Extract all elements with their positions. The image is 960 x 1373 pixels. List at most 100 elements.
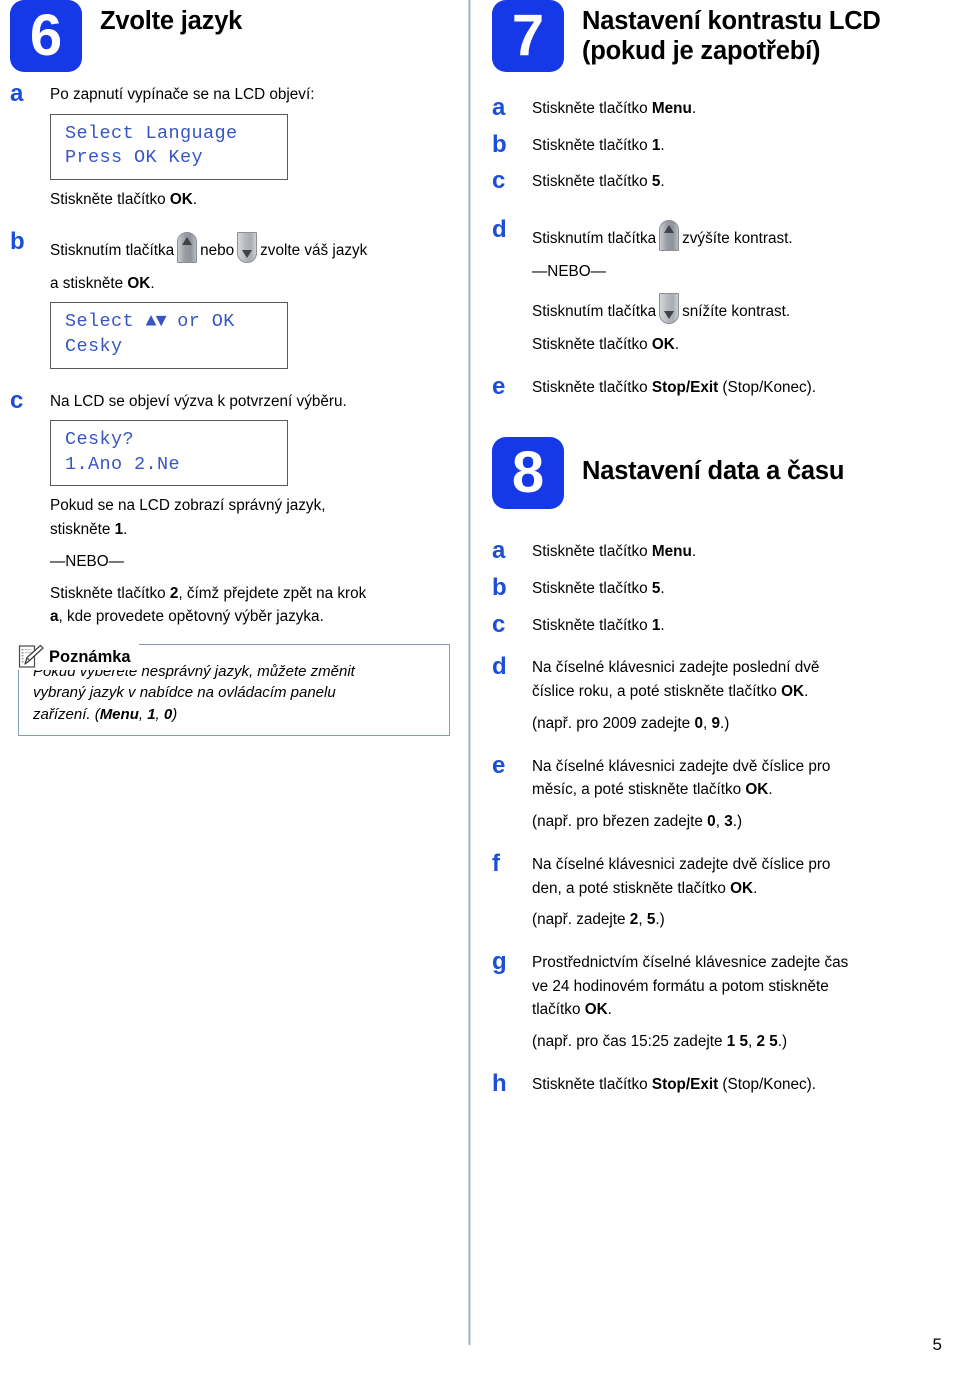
- lcd-display-select-language: Select Language Press OK Key: [50, 113, 288, 180]
- item-body-c: Stiskněte tlačítko 1.: [532, 613, 948, 639]
- item-b-text: Stisknutím tlačítka nebo zvolte váš jazyk: [50, 231, 460, 263]
- lcd-line-2: 1.Ano 2.Ne: [65, 453, 181, 475]
- item-body-b: Stisknutím tlačítka nebo zvolte váš jazyk …: [50, 230, 460, 378]
- right-column: 7 Nastavení kontrastu LCD (pokud je zapo…: [492, 0, 948, 1101]
- item-f-example: (např. zadejte 2, 5.): [532, 911, 665, 929]
- lcd-line-1: Select Language: [65, 122, 238, 144]
- item-letter-b: b: [492, 130, 507, 158]
- item-body-h: Stiskněte tlačítko Stop/Exit (Stop/Konec…: [532, 1072, 948, 1098]
- item-body-d: Na číselné klávesnici zadejte poslední d…: [532, 655, 948, 736]
- item-g-line3: tlačítko OK.: [532, 1001, 612, 1019]
- step-6-item-a: a Po zapnutí vypínače se na LCD objeví: …: [10, 82, 460, 213]
- item-body-e: Stiskněte tlačítko Stop/Exit (Stop/Konec…: [532, 375, 948, 401]
- item-c-p1-line2: stiskněte 1.: [50, 521, 128, 539]
- item-g-line1: Prostřednictvím číselné klávesnice zadej…: [532, 953, 849, 971]
- step-7-item-d: d Stisknutím tlačítka zvýšíte kontrast. —…: [492, 218, 948, 357]
- item-letter-c: c: [492, 167, 506, 195]
- step-8-title: Nastavení data a času: [582, 437, 844, 487]
- item-f-line1: Na číselné klávesnici zadejte dvě číslic…: [532, 855, 831, 873]
- item-body-c: Na LCD se objeví výzva k potvrzení výběr…: [50, 389, 460, 631]
- arrow-up-key-icon: [177, 231, 198, 263]
- item-d-example: (např. pro 2009 zadejte 0, 9.): [532, 714, 730, 732]
- step-7-header: 7 Nastavení kontrastu LCD (pokud je zapo…: [492, 0, 948, 72]
- item-c-intro: Na LCD se objeví výzva k potvrzení výběr…: [50, 392, 347, 410]
- step-8-item-f: f Na číselné klávesnici zadejte dvě čísl…: [492, 849, 948, 933]
- note-header: Poznámka: [18, 644, 139, 671]
- item-letter-e: e: [492, 751, 506, 779]
- step-6-title: Zvolte jazyk: [100, 0, 242, 37]
- item-letter-b: b: [492, 574, 507, 602]
- item-c-p1-line1: Pokud se na LCD zobrazí správný jazyk,: [50, 497, 326, 515]
- item-body-a: Po zapnutí vypínače se na LCD objeví: Se…: [50, 82, 460, 213]
- item-c-text: Stiskněte tlačítko 5.: [532, 173, 665, 191]
- item-letter-f: f: [492, 849, 500, 877]
- item-c-p2-line1: Stiskněte tlačítko 2, čímž přejdete zpět…: [50, 584, 367, 602]
- step-8-item-h: h Stiskněte tlačítko Stop/Exit (Stop/Kon…: [492, 1069, 948, 1098]
- step-7-title-line1: Nastavení kontrastu LCD: [582, 7, 881, 35]
- step-8-item-g: g Prostřednictvím číselné klávesnice zad…: [492, 947, 948, 1055]
- step-8-item-d: d Na číselné klávesnici zadejte poslední…: [492, 655, 948, 736]
- step-number-badge-6: 6: [10, 0, 82, 72]
- lcd-line-2: Cesky: [65, 335, 123, 357]
- item-a-text: Stiskněte tlačítko Menu.: [532, 543, 697, 561]
- item-letter-a: a: [10, 80, 24, 107]
- arrow-down-key-icon: [237, 231, 258, 263]
- item-body-b: Stiskněte tlačítko 5.: [532, 576, 948, 602]
- item-letter-c: c: [492, 610, 506, 638]
- item-e-text: Stiskněte tlačítko Stop/Exit (Stop/Konec…: [532, 378, 816, 396]
- item-c-or-label: —NEBO—: [50, 552, 124, 570]
- item-letter-a: a: [492, 537, 506, 565]
- step-7-title: Nastavení kontrastu LCD (pokud je zapotř…: [582, 0, 881, 66]
- note-text-line2: vybraný jazyk v nabídce na ovládacím pan…: [33, 684, 336, 702]
- step-8-item-c: c Stiskněte tlačítko 1.: [492, 610, 948, 639]
- item-body-a: Stiskněte tlačítko Menu.: [532, 539, 948, 565]
- step-7-item-b: b Stiskněte tlačítko 1.: [492, 130, 948, 159]
- item-e-line1: Na číselné klávesnici zadejte dvě číslic…: [532, 757, 831, 775]
- item-b-text: Stiskněte tlačítko 5.: [532, 580, 665, 598]
- note-callout: Poznámka Pokud vyberete nesprávný jazyk,…: [18, 644, 450, 736]
- step-6-title-line1: Zvolte jazyk: [100, 7, 243, 35]
- item-letter-b: b: [10, 227, 25, 255]
- item-letter-a: a: [492, 94, 506, 121]
- lcd-line-1: Select ▲▼ or OK: [65, 311, 235, 333]
- step-7-title-line2: (pokud je zapotřebí): [582, 36, 821, 65]
- item-a-after: Stiskněte tlačítko OK.: [50, 190, 198, 208]
- item-b-text2: a stiskněte OK.: [50, 274, 155, 292]
- column-divider: [468, 0, 471, 1345]
- page-number: 5: [932, 1335, 942, 1354]
- item-letter-d: d: [492, 653, 507, 681]
- note-text-line3: zařízení. (Menu, 1, 0): [33, 705, 178, 723]
- step-6-item-b: b Stisknutím tlačítka nebo zvolte váš jazy…: [10, 227, 460, 378]
- lcd-line-2: Press OK Key: [65, 147, 204, 169]
- lcd-display-select-ok: Select ▲▼ or OK Cesky: [50, 302, 288, 369]
- item-c-p2-line2: a, kde provedete opětovný výběr jazyka.: [50, 608, 324, 626]
- manual-page: 6 Zvolte jazyk a Po zapnutí vypínače se …: [0, 0, 960, 1373]
- item-body-a: Stiskněte tlačítko Menu.: [532, 96, 948, 122]
- arrow-down-key-icon: [659, 292, 680, 324]
- item-d-line1: Na číselné klávesnici zadejte poslední d…: [532, 659, 820, 677]
- item-a-intro: Po zapnutí vypínače se na LCD objeví:: [50, 86, 315, 103]
- item-body-b: Stiskněte tlačítko 1.: [532, 133, 948, 159]
- item-a-text: Stiskněte tlačítko Menu.: [532, 100, 697, 117]
- step-6-header: 6 Zvolte jazyk: [10, 0, 460, 72]
- note-text: Pokud vyberete nesprávný jazyk, můžete z…: [33, 661, 437, 725]
- item-d-or-label: —NEBO—: [532, 263, 606, 281]
- item-letter-e: e: [492, 372, 506, 400]
- item-letter-g: g: [492, 947, 507, 975]
- item-body-e: Na číselné klávesnici zadejte dvě číslic…: [532, 754, 948, 835]
- note-title: Poznámka: [49, 647, 131, 666]
- step-8-item-a: a Stiskněte tlačítko Menu.: [492, 539, 948, 565]
- item-f-line2: den, a poté stiskněte tlačítko OK.: [532, 879, 758, 897]
- step-8-header: 8 Nastavení data a času: [492, 437, 948, 510]
- item-c-text: Stiskněte tlačítko 1.: [532, 616, 665, 634]
- lcd-line-1: Cesky?: [65, 429, 135, 451]
- item-d-decrease: Stisknutím tlačítka snížíte kontrast.: [532, 292, 948, 324]
- lcd-display-confirm: Cesky? 1.Ano 2.Ne: [50, 420, 288, 487]
- item-letter-h: h: [492, 1069, 507, 1097]
- note-pencil-icon: [18, 644, 44, 668]
- item-e-line2: měsíc, a poté stiskněte tlačítko OK.: [532, 781, 773, 799]
- item-e-example: (např. pro březen zadejte 0, 3.): [532, 813, 743, 831]
- arrow-up-key-icon: [659, 220, 680, 252]
- item-g-line2: ve 24 hodinovém formátu a potom stisknět…: [532, 977, 829, 995]
- left-column: 6 Zvolte jazyk a Po zapnutí vypínače se …: [10, 0, 460, 736]
